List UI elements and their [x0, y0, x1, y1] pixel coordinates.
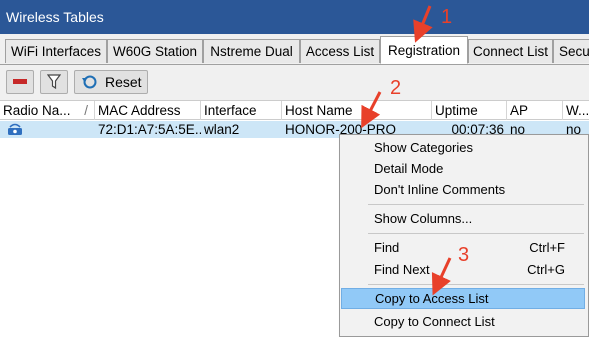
annotation-label-2: 2	[390, 77, 402, 99]
annotation-layer	[361, 5, 452, 296]
arrow-icon	[431, 257, 452, 296]
arrow-icon	[361, 91, 382, 129]
arrow-icon	[413, 5, 433, 43]
annotation-label-1: 1	[441, 6, 453, 28]
annotation-label-3: 3	[458, 244, 470, 266]
